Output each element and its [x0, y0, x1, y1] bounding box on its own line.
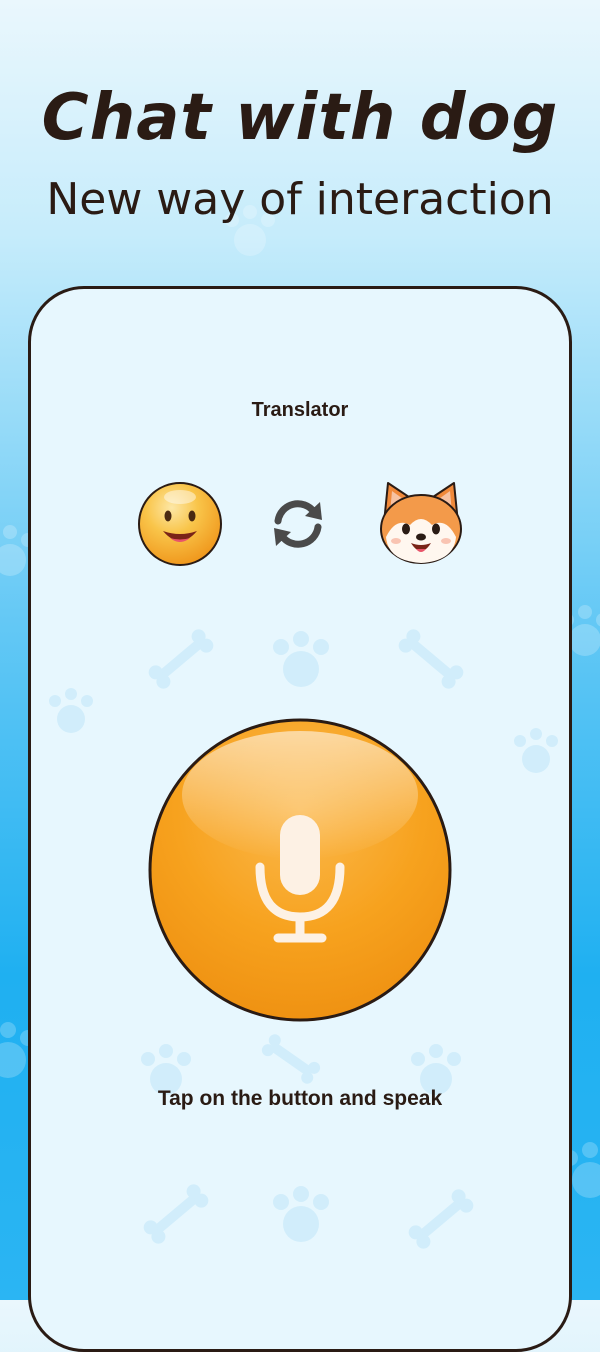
shiba-dog-face-icon[interactable]	[376, 477, 466, 567]
screen-title: Translator	[251, 399, 349, 421]
subheadline: New way of interaction	[46, 174, 554, 225]
phone-frame: Translator Tap on the button and speak	[28, 286, 572, 1352]
swap-arrows-icon[interactable]	[268, 494, 328, 554]
language-selector-row	[31, 477, 569, 567]
record-button[interactable]	[147, 717, 453, 1023]
smiling-face-icon[interactable]	[137, 481, 223, 567]
headline: Chat with dog	[41, 81, 559, 155]
instruction-text: Tap on the button and speak	[157, 1087, 443, 1110]
